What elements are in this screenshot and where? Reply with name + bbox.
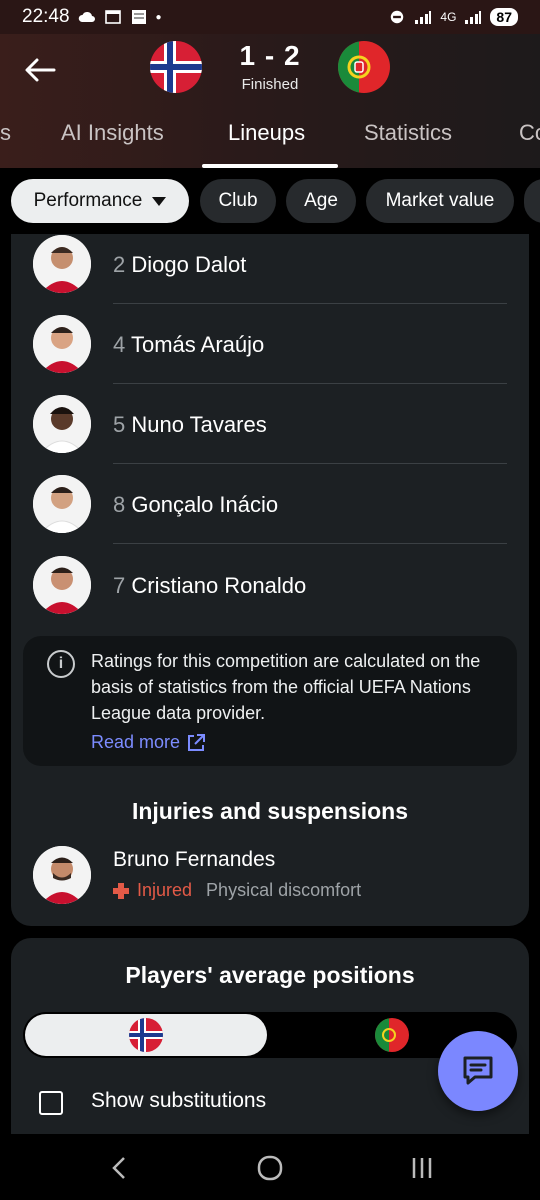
info-icon: i [47,650,75,678]
read-more-link[interactable]: Read more [91,732,206,753]
player-avatar [33,315,91,373]
tab-statistics[interactable]: Statistics [364,120,452,146]
nav-recents-button[interactable] [400,1146,444,1190]
injured-player-name[interactable]: Bruno Fernandes [113,848,275,872]
player-avatar [33,395,91,453]
nav-back-button[interactable] [98,1146,142,1190]
injured-player-avatar[interactable] [33,846,91,904]
do-not-disturb-icon [391,10,404,24]
injury-type: Injured [137,880,193,900]
read-more-label: Read more [91,732,181,752]
norway-flag-icon [150,41,202,93]
player-avatar [33,556,91,614]
player-photo-icon [33,315,91,373]
injury-reason: Physical discomfort [206,880,362,900]
filter-age[interactable]: Age [286,179,356,223]
tab-lineups[interactable]: Lineups [228,120,305,146]
player-row[interactable]: 7 Cristiano Ronaldo [11,545,529,625]
player-photo-icon [33,235,91,293]
player-avatar [33,235,91,293]
player-photo-icon [33,475,91,533]
show-substitutions-label[interactable]: Show substitutions [91,1089,266,1113]
ratings-info-text: Ratings for this competition are calcula… [91,651,481,723]
filter-performance[interactable]: Performance [11,179,189,223]
chat-icon [463,1056,493,1085]
lineup-card: 2 Diogo Dalot 4 Tomás Araújo 5 Nuno Tava… [11,234,529,926]
tab-ai-insights[interactable]: AI Insights [61,120,164,146]
average-positions-title: Players' average positions [125,962,415,988]
chevron-left-icon [112,1157,125,1179]
signal-icon-2 [465,11,482,24]
external-link-icon [188,733,206,751]
cloud-icon [78,11,95,22]
match-score: 1 - 2 [239,40,301,71]
notification-app-icon [131,10,146,24]
portugal-flag-icon [338,41,390,93]
medical-cross-icon [113,882,129,899]
battery-indicator: 87 [490,8,518,26]
ratings-info-box: i Ratings for this competition are calcu… [23,636,517,766]
filter-performance-label: Performance [33,190,143,211]
player-row[interactable]: 8 Gonçalo Inácio [11,464,529,544]
player-photo-icon [33,846,91,904]
signal-icon [415,11,432,24]
player-avatar [33,475,91,533]
player-label: 8 Gonçalo Inácio [113,492,279,517]
average-positions-card: Players' average positions Show substitu… [11,938,529,1134]
injuries-title: Injuries and suspensions [131,798,409,824]
norway-flag-icon [129,1018,163,1052]
match-header: 1 - 2 Finished s AI Insights Lineups Sta… [0,34,540,168]
match-status: Finished [241,76,299,93]
arrow-left-icon [25,58,56,82]
player-row[interactable]: 2 Diogo Dalot [11,224,529,304]
tab-partial-left[interactable]: s [0,120,11,146]
portugal-flag-icon [375,1018,409,1052]
away-team-flag[interactable] [338,41,390,93]
chat-button[interactable] [438,1031,518,1111]
calendar-icon [104,10,121,24]
status-time: 22:48 [22,6,70,27]
filter-market-value[interactable]: Market value [366,179,514,223]
player-row[interactable]: 4 Tomás Araújo [11,304,529,384]
filter-partial[interactable] [524,179,540,223]
toggle-away-team[interactable] [375,1018,409,1052]
player-label: 5 Nuno Tavares [113,412,267,437]
nav-home-button[interactable] [248,1146,292,1190]
home-team-flag[interactable] [150,41,202,93]
recents-icon [412,1158,432,1178]
player-photo-icon [33,395,91,453]
show-substitutions-checkbox[interactable] [39,1091,63,1115]
status-bar: 22:48 ● 4G 87 [0,0,540,34]
caret-down-icon [152,196,167,206]
toggle-home-team[interactable] [25,1014,267,1056]
injury-status: Injured Physical discomfort [113,880,361,901]
network-type: 4G [440,10,457,24]
dot-icon: ● [155,11,162,23]
row-divider [113,543,507,544]
player-photo-icon [33,556,91,614]
system-nav-bar [0,1134,540,1200]
tab-partial-right[interactable]: Co [519,120,540,146]
player-label: 4 Tomás Araújo [113,332,265,357]
player-row[interactable]: 5 Nuno Tavares [11,384,529,464]
filter-club[interactable]: Club [200,179,276,223]
player-label: 7 Cristiano Ronaldo [113,573,307,598]
player-label: 2 Diogo Dalot [113,252,247,277]
home-circle-icon [257,1155,283,1181]
tab-bar: s AI Insights Lineups Statistics Co [0,114,540,168]
back-button[interactable] [18,48,62,92]
